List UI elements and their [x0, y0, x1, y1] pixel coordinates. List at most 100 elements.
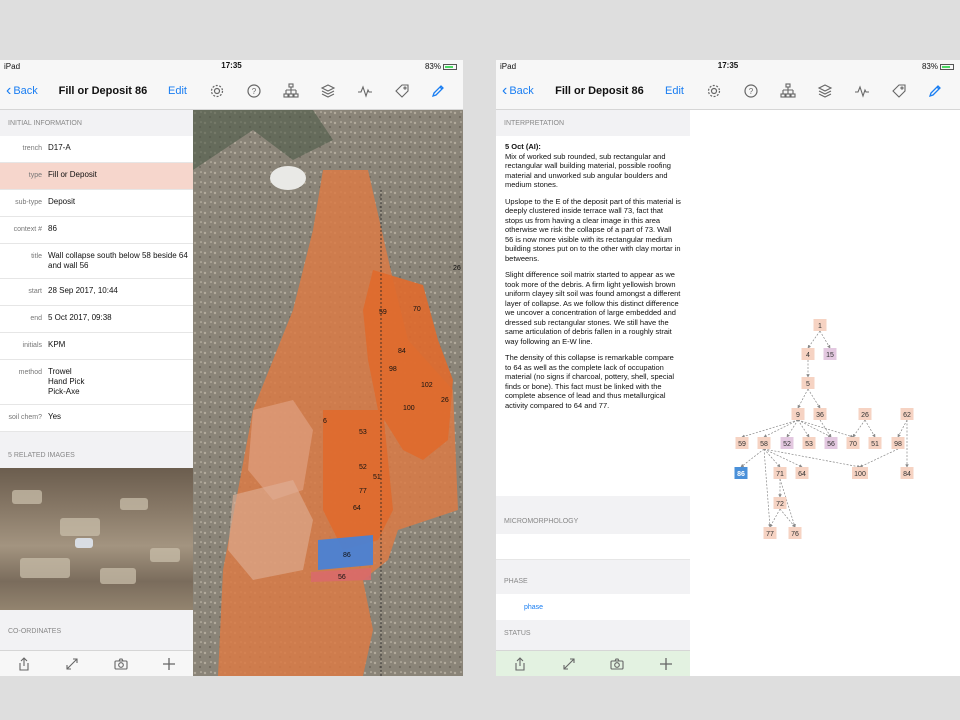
expand-icon[interactable] — [64, 656, 80, 672]
map-context-label[interactable]: 100 — [403, 405, 415, 412]
interpretation-text[interactable]: 5 Oct (AI): Mix of worked sub rounded, s… — [496, 136, 690, 496]
back-button[interactable]: ‹ Back — [6, 82, 38, 99]
field-row-title[interactable]: title Wall collapse south below 58 beside… — [0, 244, 193, 279]
map-context-label[interactable]: 70 — [413, 306, 421, 313]
field-row-type[interactable]: type Fill or Deposit — [0, 163, 193, 190]
white-object-marker — [270, 166, 306, 190]
matrix-node[interactable]: 1 — [813, 319, 827, 331]
matrix-svg[interactable]: 14 1559 36 26 6259 58 52 53 56 70 51 9886 71 64 100 847… — [690, 110, 960, 676]
matrix-node[interactable]: 98 — [891, 437, 905, 449]
map-context-label[interactable]: 98 — [389, 366, 397, 373]
camera-icon[interactable] — [113, 656, 129, 672]
graph-icon[interactable] — [853, 82, 871, 100]
matrix-node[interactable]: 70 — [846, 437, 860, 449]
matrix-edge — [897, 419, 908, 438]
field-row-sub-type[interactable]: sub-type Deposit — [0, 190, 193, 217]
map-context-label[interactable]: 53 — [359, 429, 367, 436]
map-context-label[interactable]: 77 — [359, 488, 367, 495]
site-plan-svg[interactable]: 59 70 84 98 102 26 100 6 53 52 51 77 64 86 56 26 — [193, 110, 463, 676]
matrix-node[interactable]: 9 — [791, 408, 805, 420]
status-bar: iPad 17:35 83% — [496, 60, 960, 72]
gear-icon[interactable] — [705, 82, 723, 100]
harris-matrix-graph[interactable]: 1 4 15 5 9 36 26 62 59 58 52 53 56 70 51 98 86 71 64 100 84 7… — [690, 110, 960, 676]
map-context-label[interactable]: 26 — [453, 265, 461, 272]
field-value: 5 Oct 2017, 09:38 — [48, 313, 112, 322]
map-context-label[interactable]: 102 — [421, 382, 433, 389]
micromorphology-field[interactable] — [496, 534, 690, 560]
help-icon[interactable]: ? — [742, 82, 760, 100]
tag-icon[interactable] — [393, 82, 411, 100]
matrix-node[interactable]: 71 — [773, 467, 787, 479]
matrix-edge — [763, 419, 799, 438]
matrix-node[interactable]: 62 — [900, 408, 914, 420]
matrix-node[interactable]: 5 — [801, 377, 815, 389]
map-context-label[interactable]: 59 — [379, 309, 387, 316]
field-row-trench[interactable]: trench D17-A — [0, 136, 193, 163]
pencil-icon[interactable] — [429, 82, 447, 100]
help-icon[interactable]: ? — [245, 82, 263, 100]
matrix-edge — [763, 448, 781, 468]
map-context-label[interactable]: 86 — [343, 552, 351, 559]
matrix-node[interactable]: 51 — [868, 437, 882, 449]
gear-icon[interactable] — [208, 82, 226, 100]
matrix-node-label: 52 — [783, 441, 791, 448]
map-context-label[interactable]: 84 — [398, 348, 406, 355]
plus-icon[interactable] — [161, 656, 177, 672]
field-row-soil-chem[interactable]: soil chem? Yes — [0, 405, 193, 432]
status-bar: iPad 17:35 83% — [0, 60, 463, 72]
plus-icon[interactable] — [658, 656, 674, 672]
edit-button[interactable]: Edit — [665, 85, 684, 97]
phase-field[interactable]: phase — [496, 594, 690, 620]
tag-icon[interactable] — [890, 82, 908, 100]
map-context-label[interactable]: 26 — [441, 397, 449, 404]
matrix-node[interactable]: 36 — [813, 408, 827, 420]
matrix-node[interactable]: 26 — [858, 408, 872, 420]
map-context-label[interactable]: 51 — [373, 474, 381, 481]
layers-icon[interactable] — [319, 82, 337, 100]
matrix-edge — [807, 388, 821, 409]
matrix-node[interactable]: 76 — [788, 527, 802, 539]
field-row-context[interactable]: context # 86 — [0, 217, 193, 244]
matrix-edge — [763, 448, 861, 469]
matrix-node[interactable]: 53 — [802, 437, 816, 449]
field-row-start[interactable]: start 28 Sep 2017, 10:44 — [0, 279, 193, 306]
matrix-node[interactable]: 64 — [795, 467, 809, 479]
edit-button[interactable]: Edit — [168, 85, 187, 97]
graph-icon[interactable] — [356, 82, 374, 100]
matrix-node[interactable]: 84 — [900, 467, 914, 479]
layers-icon[interactable] — [816, 82, 834, 100]
matrix-node[interactable]: 86 — [734, 467, 748, 479]
map-context-label[interactable]: 6 — [323, 418, 327, 425]
matrix-node[interactable]: 15 — [823, 348, 837, 360]
expand-icon[interactable] — [561, 656, 577, 672]
nav-bar: ‹ Back Fill or Deposit 86 Edit — [496, 72, 690, 110]
matrix-node[interactable]: 52 — [780, 437, 794, 449]
map-context-label[interactable]: 52 — [359, 464, 367, 471]
matrix-node[interactable]: 77 — [763, 527, 777, 539]
matrix-node[interactable]: 100 — [852, 467, 868, 479]
matrix-node[interactable]: 56 — [824, 437, 838, 449]
matrix-node[interactable]: 4 — [801, 348, 815, 360]
share-icon[interactable] — [512, 656, 528, 672]
site-plan-map[interactable]: 59 70 84 98 102 26 100 6 53 52 51 77 64 86 56 26 — [193, 110, 463, 676]
related-image-thumbnail[interactable] — [0, 468, 193, 610]
field-value: Yes — [48, 412, 62, 421]
section-header-coordinates: CO-ORDINATES — [0, 618, 193, 644]
battery-percent: 83% — [921, 62, 938, 71]
hierarchy-icon[interactable] — [282, 82, 300, 100]
field-row-method[interactable]: method Trowel Hand Pick Pick-Axe — [0, 360, 193, 405]
section-header-related-images: 5 RELATED IMAGES — [0, 442, 193, 468]
back-button[interactable]: ‹ Back — [502, 82, 534, 99]
share-icon[interactable] — [16, 656, 32, 672]
map-context-label[interactable]: 56 — [338, 574, 346, 581]
matrix-node[interactable]: 58 — [757, 437, 771, 449]
matrix-node[interactable]: 72 — [773, 497, 787, 509]
field-row-end[interactable]: end 5 Oct 2017, 09:38 — [0, 306, 193, 333]
map-context-label[interactable]: 64 — [353, 505, 361, 512]
hierarchy-icon[interactable] — [779, 82, 797, 100]
matrix-node-label: 72 — [776, 501, 784, 508]
camera-icon[interactable] — [609, 656, 625, 672]
matrix-node[interactable]: 59 — [735, 437, 749, 449]
pencil-icon[interactable] — [926, 82, 944, 100]
field-row-initials[interactable]: initials KPM — [0, 333, 193, 360]
